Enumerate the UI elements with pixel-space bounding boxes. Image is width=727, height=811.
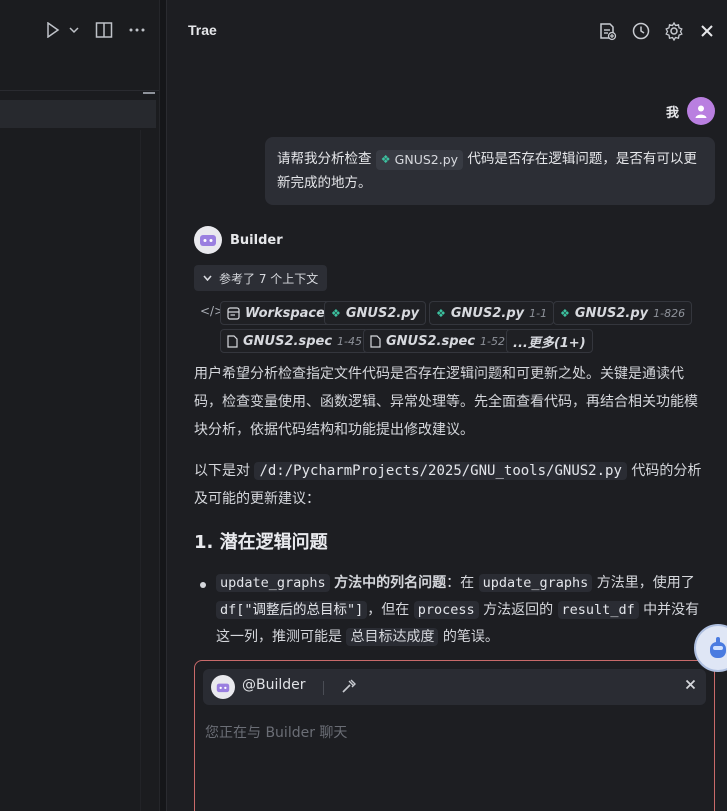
line-range: 1-52 (480, 334, 505, 348)
context-chip-file[interactable]: GNUS2.spec 1-45 (220, 329, 369, 353)
bot-paragraph: 以下是对 /d:/PycharmProjects/2025/GNU_tools/… (194, 457, 709, 513)
context-chip-label: ...更多(1+) (513, 335, 586, 351)
python-file-icon: ❖ (331, 306, 341, 320)
context-chip-file[interactable]: GNUS2.spec 1-52 (363, 329, 512, 353)
new-chat-icon[interactable] (596, 20, 618, 42)
file-icon (227, 334, 238, 348)
app-window: Trae 我 请帮我分析检查 ❖ GNUS2.py 代码是否存在逻辑问题，是否有… (0, 0, 727, 811)
list-item: update_graphs 方法中的列名问题：在 update_graphs 方… (216, 570, 710, 651)
context-chip-label: GNUS2.py (450, 305, 525, 321)
chat-panel: Trae 我 请帮我分析检查 ❖ GNUS2.py 代码是否存在逻辑问题，是否有… (166, 0, 727, 811)
divider (0, 90, 159, 91)
settings-icon[interactable] (663, 20, 685, 42)
line-range: 1-1 (529, 306, 548, 320)
inline-code: df["调整后的总目标"] (216, 601, 368, 619)
text: 以下是对 (194, 463, 250, 479)
context-chip-label: Workspace (245, 305, 325, 321)
play-icon[interactable] (44, 18, 62, 42)
python-file-icon: ❖ (380, 153, 391, 166)
context-chip-label: GNUS2.py (345, 305, 420, 321)
context-toggle-label: 参考了 7 个上下文 (219, 271, 319, 286)
text: 方法里，使用了 (596, 575, 695, 591)
split-editor-icon[interactable] (94, 18, 114, 42)
context-toggle[interactable]: 参考了 7 个上下文 (194, 265, 328, 291)
avatar (687, 97, 715, 125)
line-range: 1-45 (337, 334, 362, 348)
user-message: 请帮我分析检查 ❖ GNUS2.py 代码是否存在逻辑问题，是否有可以更新完成的地… (265, 137, 715, 205)
context-chip-file[interactable]: ❖ GNUS2.py 1-1 (429, 301, 555, 325)
chat-input[interactable] (205, 722, 685, 744)
collapse-icon[interactable] (143, 92, 155, 94)
panel-title: Trae (188, 22, 217, 38)
bot-avatar-icon (211, 675, 235, 699)
file-chip[interactable]: ❖ GNUS2.py (375, 150, 464, 170)
context-chip-label: GNUS2.spec (386, 333, 476, 349)
workspace-icon (227, 306, 240, 320)
bot-avatar-icon (194, 226, 222, 254)
inline-code: update_graphs (216, 574, 330, 592)
assistant-icon (710, 637, 726, 658)
file-icon (370, 334, 381, 348)
close-icon[interactable] (696, 20, 718, 42)
section-heading: 1. 潜在逻辑问题 (194, 532, 328, 553)
bot-name: Builder (230, 232, 283, 248)
inline-tag: 总目标达成度 (346, 628, 439, 646)
inline-code: result_df (557, 601, 639, 619)
divider (323, 681, 324, 695)
python-file-icon: ❖ (560, 306, 570, 320)
chevron-down-icon (203, 275, 212, 281)
inline-code: update_graphs (478, 574, 593, 592)
context-chip-file[interactable]: ❖ GNUS2.py (324, 301, 427, 325)
context-chip-workspace[interactable]: Workspace (220, 301, 332, 325)
more-icon[interactable] (128, 18, 146, 42)
context-chip-label: GNUS2.py (574, 305, 649, 321)
panel-header: Trae (167, 0, 727, 62)
composer-agent-bar: @Builder (203, 669, 706, 705)
editor-pane (0, 0, 160, 811)
editor-toolbar (0, 0, 159, 60)
inline-code: process (413, 601, 479, 619)
tools-icon[interactable] (340, 677, 358, 699)
text: 的笔误。 (442, 629, 499, 645)
text: ：在 (446, 575, 475, 591)
python-file-icon: ❖ (436, 306, 446, 320)
history-icon[interactable] (630, 20, 652, 42)
text: 方法返回的 (483, 602, 554, 618)
file-path[interactable]: /d:/PycharmProjects/2025/GNU_tools/GNUS2… (254, 462, 627, 480)
close-icon[interactable] (685, 675, 696, 694)
agent-selector[interactable]: @Builder (242, 677, 306, 693)
file-chip-label: GNUS2.py (394, 152, 459, 167)
chevron-down-icon[interactable] (68, 18, 80, 42)
context-chip-file[interactable]: ❖ GNUS2.py 1-826 (553, 301, 693, 325)
message-text: 请帮我分析检查 (277, 151, 372, 167)
selected-line (0, 100, 156, 128)
context-more-button[interactable]: ...更多(1+) (506, 329, 593, 353)
bullet-icon (200, 582, 206, 588)
context-chip-label: GNUS2.spec (243, 333, 333, 349)
bold-text: 方法中的列名问题 (334, 575, 447, 591)
user-header: 我 (666, 97, 715, 125)
line-range: 1-826 (653, 306, 686, 320)
text: ，但在 (367, 602, 410, 618)
bot-header: Builder (194, 226, 283, 254)
divider (140, 130, 141, 811)
chat-composer: @Builder (194, 660, 715, 811)
bot-paragraph: 用户希望分析检查指定文件代码是否存在逻辑问题和可更新之处。关键是通读代码，检查变… (194, 366, 698, 438)
user-name: 我 (665, 105, 679, 121)
